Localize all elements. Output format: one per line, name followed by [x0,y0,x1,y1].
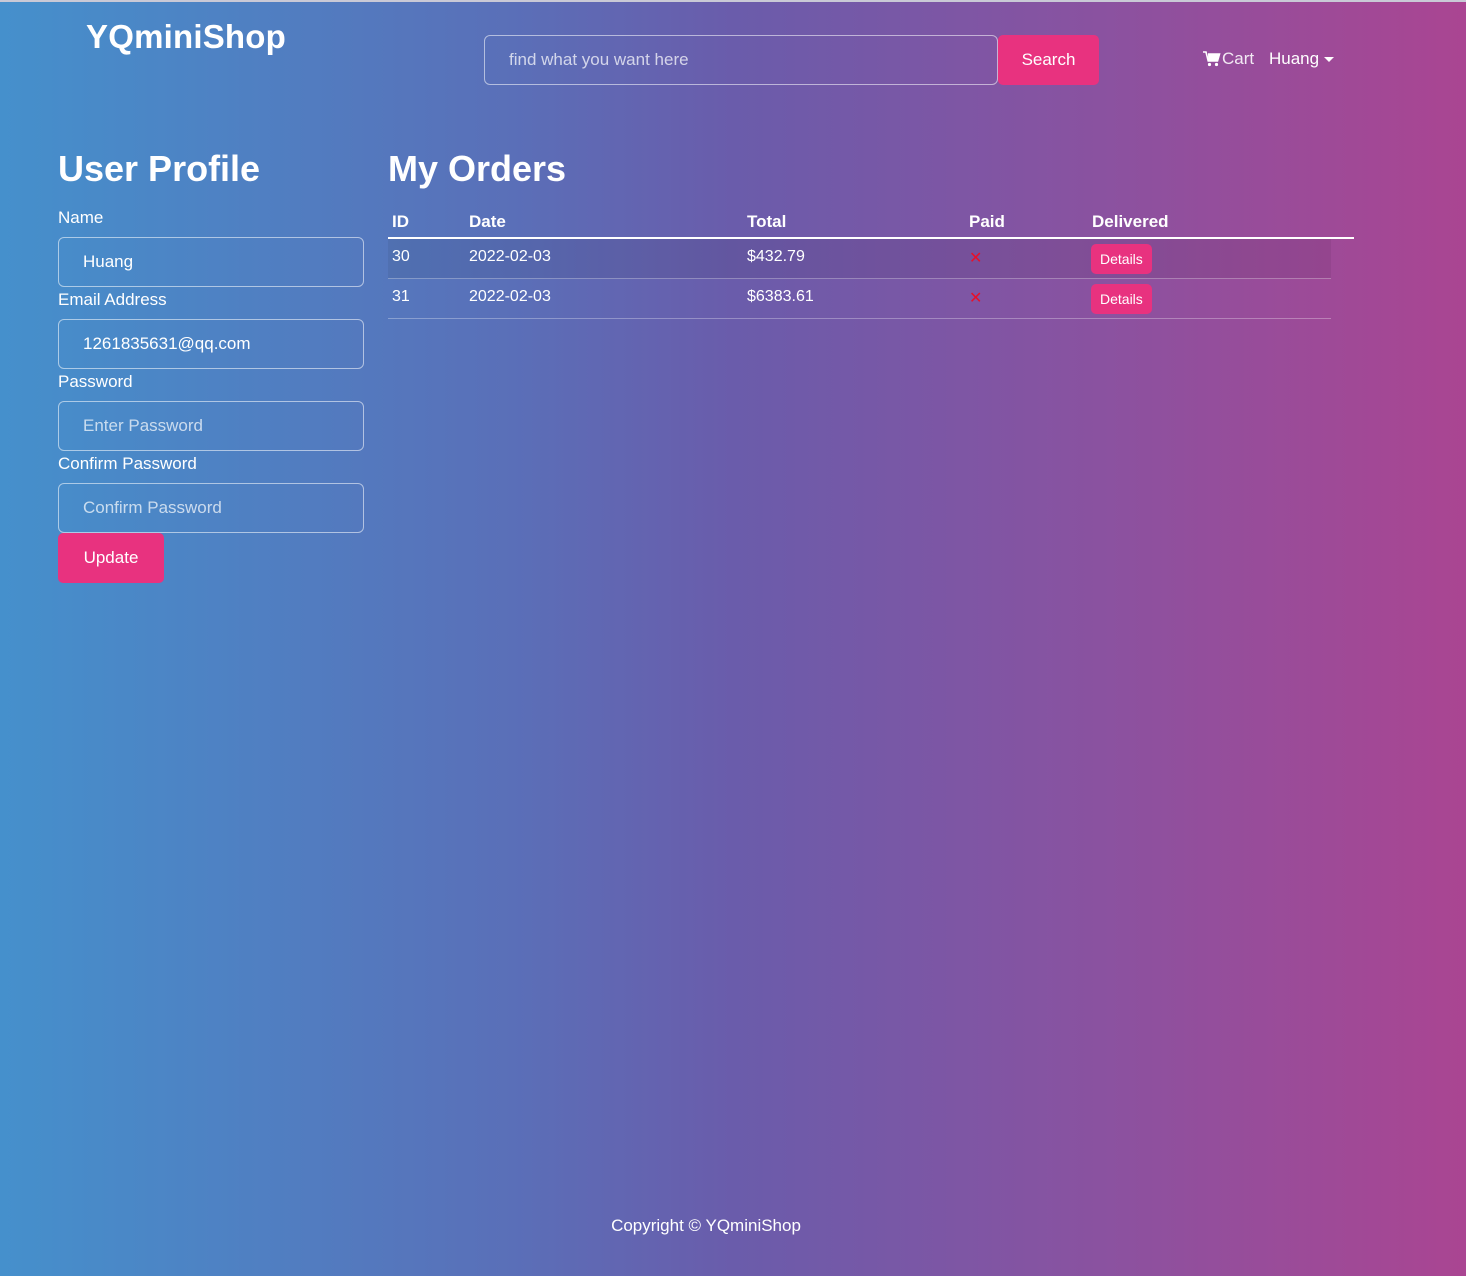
orders-table: ID Date Total Paid Delivered 30 2022-02-… [388,206,1354,319]
profile-title: User Profile [58,148,261,189]
window-top-border [0,0,1466,2]
password-field[interactable] [58,401,364,451]
email-label: Email Address [58,290,167,309]
update-button[interactable]: Update [58,533,164,583]
orders-title: My Orders [388,148,567,189]
column-header-id: ID [392,211,409,231]
brand-logo[interactable]: YQminiShop [86,18,286,56]
table-header: ID Date Total Paid Delivered [388,206,1354,239]
search-button[interactable]: Search [998,35,1099,85]
name-field[interactable] [58,237,364,287]
order-total: $432.79 [747,248,805,265]
search-input[interactable] [484,35,998,85]
column-header-date: Date [469,211,506,231]
confirm-password-field[interactable] [58,483,364,533]
order-id: 30 [392,248,410,265]
name-label: Name [58,208,104,227]
user-name: Huang [1269,49,1320,68]
confirm-password-label: Confirm Password [58,454,197,473]
footer-copyright: Copyright © YQminiShop [611,1216,801,1235]
table-row: 30 2022-02-03 $432.79 ✕ Details [388,239,1331,279]
password-label: Password [58,372,133,391]
unpaid-x-icon: ✕ [969,290,983,307]
cart-label: Cart [1222,49,1255,68]
email-field[interactable] [58,319,364,369]
order-total: $6383.61 [747,288,814,305]
column-header-delivered: Delivered [1092,211,1169,231]
order-id: 31 [392,288,410,305]
column-header-paid: Paid [969,211,1005,231]
order-date: 2022-02-03 [469,288,551,305]
cart-icon [1203,51,1221,67]
column-header-total: Total [747,211,787,231]
details-button[interactable]: Details [1091,244,1152,274]
cart-link[interactable]: Cart [1203,49,1254,69]
table-row: 31 2022-02-03 $6383.61 ✕ Details [388,279,1331,319]
user-dropdown[interactable]: Huang [1269,49,1335,69]
order-date: 2022-02-03 [469,248,551,265]
unpaid-x-icon: ✕ [969,250,983,267]
details-button[interactable]: Details [1091,284,1152,314]
chevron-down-icon [1324,56,1335,62]
